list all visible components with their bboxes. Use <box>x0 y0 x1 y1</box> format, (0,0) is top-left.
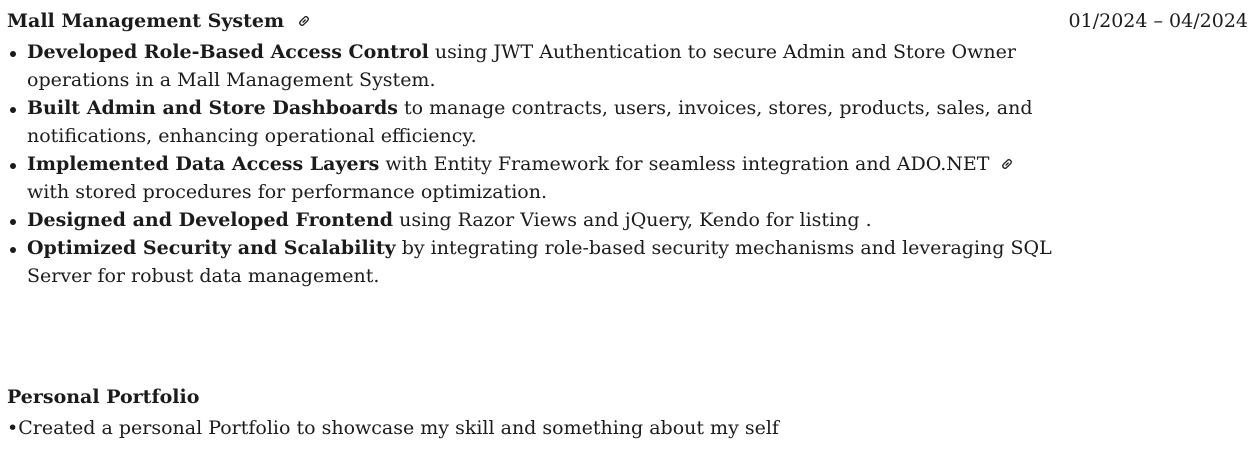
bullet-line: Developed Role-Based Access Control usin… <box>27 38 1248 66</box>
bullet-line: Implemented Data Access Layers with Enti… <box>27 150 1248 178</box>
list-item: Built Admin and Store Dashboards to mana… <box>7 94 1248 150</box>
bullet-line: Optimized Security and Scalability by in… <box>27 234 1248 262</box>
project-title-wrap: Personal Portfolio <box>7 382 199 412</box>
bullet-line: Built Admin and Store Dashboards to mana… <box>27 94 1248 122</box>
bullet-bold: Optimized Security and Scalability <box>27 237 396 259</box>
bullet-bold: Designed and Developed Frontend <box>27 209 394 231</box>
list-item: Developed Role-Based Access Control usin… <box>7 38 1248 94</box>
project-personal-portfolio: Personal Portfolio •Created a personal P… <box>7 382 1248 442</box>
bullet-text: using Razor Views and jQuery, Kendo for … <box>399 209 872 231</box>
project-title: Mall Management System <box>7 10 285 32</box>
project-description: •Created a personal Portfolio to showcas… <box>7 417 779 439</box>
list-item: Optimized Security and Scalability by in… <box>7 234 1248 290</box>
project-header: Mall Management System 01/2024 – 04/2024 <box>7 6 1248 36</box>
bullet-dot <box>10 219 16 225</box>
bullet-dot <box>10 247 16 253</box>
project-title: Personal Portfolio <box>7 386 200 408</box>
bullet-continuation: operations in a Mall Management System. <box>27 69 436 91</box>
bullet-continuation: Server for robust data management. <box>27 265 380 287</box>
project-title-wrap: Mall Management System <box>7 6 312 36</box>
bullet-dot <box>10 163 16 169</box>
project-mall-management: Mall Management System 01/2024 – 04/2024… <box>7 6 1248 290</box>
list-item: Designed and Developed Frontend using Ra… <box>7 206 1248 234</box>
bullet-text: using JWT Authentication to secure Admin… <box>434 41 1016 63</box>
link-icon[interactable] <box>296 13 312 29</box>
bullet-continuation: with stored procedures for performance o… <box>27 181 548 203</box>
bullet-bold: Developed Role-Based Access Control <box>27 41 429 63</box>
project-bullets: Developed Role-Based Access Control usin… <box>7 38 1248 290</box>
bullet-text: with Entity Framework for seamless integ… <box>385 153 990 175</box>
link-icon[interactable] <box>999 152 1015 169</box>
bullet-text: to manage contracts, users, invoices, st… <box>404 97 1033 119</box>
bullet-continuation: notifications, enhancing operational eff… <box>27 125 477 147</box>
bullet-text: by integrating role-based security mecha… <box>401 237 1052 259</box>
project-date: 01/2024 – 04/2024 <box>1068 10 1248 32</box>
project-header: Personal Portfolio <box>7 382 1248 412</box>
bullet-bold: Implemented Data Access Layers <box>27 153 380 175</box>
bullet-line: Designed and Developed Frontend using Ra… <box>27 206 1248 234</box>
bullet-dot <box>10 51 16 57</box>
list-item: Implemented Data Access Layers with Enti… <box>7 150 1248 206</box>
bullet-dot <box>10 107 16 113</box>
bullet-bold: Built Admin and Store Dashboards <box>27 97 398 119</box>
